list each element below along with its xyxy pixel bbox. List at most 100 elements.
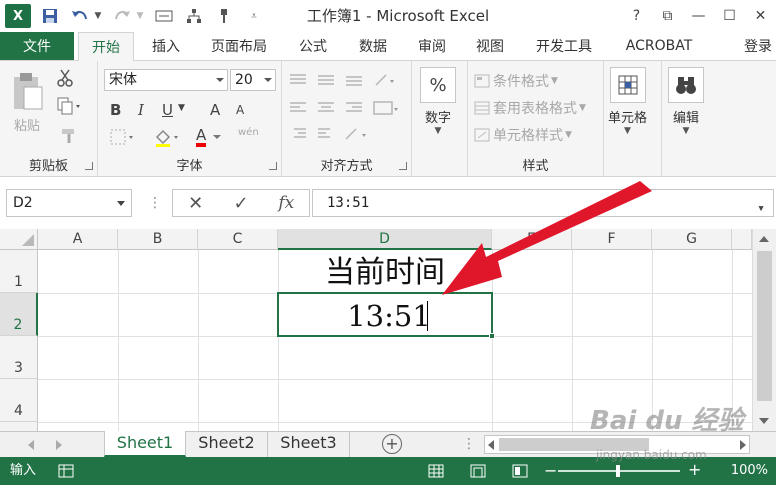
help-icon[interactable]: ? xyxy=(621,0,652,32)
ribbon-display-icon[interactable]: ⧉ xyxy=(652,0,683,32)
page-break-view-icon[interactable] xyxy=(512,463,528,479)
normal-view-icon[interactable] xyxy=(428,463,444,479)
sheet-tab-sheet1[interactable]: Sheet1 xyxy=(104,431,186,457)
column-header-a[interactable]: A xyxy=(38,229,118,250)
font-name-select[interactable]: 宋体 xyxy=(104,69,228,91)
zoom-slider-knob[interactable] xyxy=(616,465,620,477)
underline-dropdown-icon[interactable]: ▼ xyxy=(178,103,185,113)
format-painter-icon[interactable] xyxy=(60,127,78,145)
horizontal-scrollbar[interactable] xyxy=(484,435,750,454)
row-header-2[interactable]: 2 xyxy=(0,293,38,336)
redo-icon[interactable] xyxy=(111,5,133,27)
select-all-button[interactable] xyxy=(0,229,38,250)
row-header-4[interactable]: 4 xyxy=(0,379,38,422)
tab-formulas[interactable]: 公式 xyxy=(288,32,338,60)
pin-icon[interactable] xyxy=(213,5,235,27)
scroll-right-icon[interactable] xyxy=(740,440,746,450)
scroll-up-icon[interactable] xyxy=(759,236,769,242)
close-icon[interactable]: ✕ xyxy=(745,0,776,32)
expand-formula-icon[interactable]: ▾ xyxy=(757,196,765,222)
fill-color-icon[interactable] xyxy=(154,129,182,147)
align-left-icon[interactable] xyxy=(290,101,400,115)
zoom-level[interactable]: 100% xyxy=(731,457,768,485)
border-icon[interactable] xyxy=(110,129,136,145)
tab-file[interactable]: 文件 xyxy=(0,32,74,60)
sheet-tab-sheet2[interactable]: Sheet2 xyxy=(186,431,268,457)
grow-font-button[interactable]: A xyxy=(210,101,220,119)
column-header-g[interactable]: G xyxy=(652,229,732,250)
underline-button[interactable]: U xyxy=(162,101,173,119)
name-box[interactable]: D2 xyxy=(6,189,132,217)
cancel-icon[interactable]: ✕ xyxy=(173,193,218,214)
tab-split-handle-icon[interactable]: ⋮ xyxy=(462,436,476,452)
maximize-icon[interactable]: ☐ xyxy=(714,0,745,32)
tab-view[interactable]: 视图 xyxy=(466,32,514,60)
macro-record-icon[interactable] xyxy=(58,463,74,479)
undo-icon[interactable] xyxy=(69,5,91,27)
tab-data[interactable]: 数据 xyxy=(348,32,398,60)
scroll-thumb[interactable] xyxy=(499,438,649,451)
zoom-out-icon[interactable]: − xyxy=(544,461,557,480)
cell-styles-button[interactable]: 单元格样式 ▼ xyxy=(474,125,572,145)
tab-home[interactable]: 开始 xyxy=(78,32,134,61)
tab-review[interactable]: 审阅 xyxy=(408,32,456,60)
number-format-button[interactable]: % 数字 ▼ xyxy=(420,67,456,136)
row-header-1[interactable]: 1 xyxy=(0,250,38,293)
font-launcher-icon[interactable] xyxy=(269,162,277,170)
ribbon-tabs: 文件 开始 插入 页面布局 公式 数据 审阅 视图 开发工具 ACROBAT 登… xyxy=(0,32,776,61)
window-controls: ? ⧉ — ☐ ✕ xyxy=(621,0,776,32)
font-size-select[interactable]: 20 xyxy=(230,69,276,91)
add-sheet-button[interactable]: + xyxy=(382,434,402,454)
login-link[interactable]: 登录 xyxy=(744,32,776,60)
next-sheet-icon[interactable] xyxy=(56,440,62,450)
excel-logo-icon[interactable]: X xyxy=(5,4,31,28)
tab-acrobat[interactable]: ACROBAT xyxy=(614,32,704,60)
font-color-button[interactable]: A xyxy=(196,127,222,147)
scroll-down-icon[interactable] xyxy=(759,418,769,424)
row-header-partial[interactable] xyxy=(0,422,38,431)
conditional-format-button[interactable]: 条件格式 ▼ xyxy=(474,71,558,91)
cells-button[interactable]: 单元格 ▼ xyxy=(608,67,647,136)
resize-handle-icon[interactable]: ⋮ xyxy=(148,195,162,211)
redo-dropdown-icon[interactable]: ▼ xyxy=(135,5,145,27)
italic-button[interactable]: I xyxy=(138,101,144,119)
clipboard-launcher-icon[interactable] xyxy=(85,162,93,170)
formula-buttons: ✕ ✓ fx xyxy=(172,189,310,217)
customize-qat-icon[interactable]: ⩡ xyxy=(243,5,265,27)
row-header-3[interactable]: 3 xyxy=(0,336,38,379)
zoom-in-icon[interactable]: + xyxy=(688,460,701,479)
phonetic-guide-button[interactable]: wén xyxy=(238,127,259,138)
sheet-tab-sheet3[interactable]: Sheet3 xyxy=(268,431,350,457)
vertical-scrollbar[interactable] xyxy=(752,229,776,431)
alignment-launcher-icon[interactable] xyxy=(399,162,407,170)
column-header-b[interactable]: B xyxy=(118,229,198,250)
chevron-down-icon xyxy=(264,78,272,82)
insert-function-icon[interactable]: fx xyxy=(264,193,309,213)
prev-sheet-icon[interactable] xyxy=(28,440,34,450)
undo-dropdown-icon[interactable]: ▼ xyxy=(93,5,103,27)
column-header-partial[interactable] xyxy=(732,229,752,250)
cell-styles-icon xyxy=(474,128,490,142)
tab-insert[interactable]: 插入 xyxy=(140,32,192,60)
tab-page-layout[interactable]: 页面布局 xyxy=(200,32,278,60)
column-header-c[interactable]: C xyxy=(198,229,278,250)
save-icon[interactable] xyxy=(39,5,61,27)
cut-icon[interactable] xyxy=(56,69,74,87)
align-top-icon[interactable] xyxy=(290,73,400,87)
bold-button[interactable]: B xyxy=(110,101,121,119)
paste-button[interactable]: 粘贴 xyxy=(10,71,44,134)
enter-icon[interactable]: ✓ xyxy=(218,193,263,214)
scroll-left-icon[interactable] xyxy=(488,440,494,450)
shrink-font-button[interactable]: A xyxy=(236,103,244,117)
format-as-table-button[interactable]: 套用表格格式 ▼ xyxy=(474,98,586,118)
scroll-thumb[interactable] xyxy=(757,251,772,401)
form-icon[interactable] xyxy=(153,5,175,27)
copy-icon[interactable] xyxy=(56,97,82,115)
editing-button[interactable]: 编辑 ▼ xyxy=(668,67,704,136)
hierarchy-icon[interactable] xyxy=(183,5,205,27)
tab-developer[interactable]: 开发工具 xyxy=(524,32,604,60)
minimize-icon[interactable]: — xyxy=(683,0,714,32)
title-bar: X ▼ ▼ ⩡ 工作簿1 - Microsoft Excel ? ⧉ — ☐ ✕ xyxy=(0,0,776,32)
indent-icon[interactable] xyxy=(290,127,400,141)
page-layout-view-icon[interactable] xyxy=(470,463,486,479)
